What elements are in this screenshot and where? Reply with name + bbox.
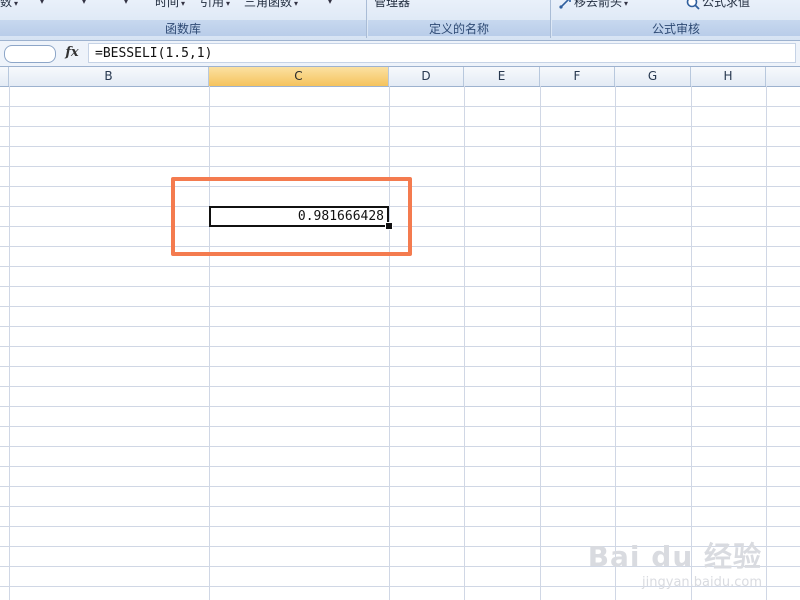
evaluate-formula-icon [686,0,700,10]
worksheet-grid[interactable]: B C D E F G H 0.981666428 [0,67,800,600]
ribbon-cmd-name-manager[interactable]: 管理器 [374,0,410,10]
ribbon-cmd-date-time[interactable]: 时间 ▾ [155,0,185,10]
ribbon-cmd-math-trig[interactable]: 三角函数 ▾ [244,0,298,10]
watermark-logo: Bai du 经验 [587,540,762,573]
remove-arrows-icon [559,0,571,9]
highlight-annotation [171,177,412,256]
column-header-d[interactable]: D [389,67,464,86]
row-header-corner[interactable] [0,67,9,86]
formula-input[interactable]: =BESSELI(1.5,1) [88,43,796,63]
ribbon-cmd-logical[interactable]: ▾ [38,0,44,7]
ribbon-group-function-library: 数 ▾ ▾ ▾ ▾ 时间 ▾ 引用 ▾ 三角函数 ▾ ▾ 函数库 [0,0,367,38]
column-header-e[interactable]: E [464,67,540,86]
ribbon-cmd-evaluate-formula[interactable]: 公式求值 [686,0,750,10]
ribbon-cmd-remove-arrows[interactable]: 移去箭头 ▾ [558,0,628,10]
column-header-i[interactable] [766,67,800,86]
cell-gridlines [0,86,800,600]
name-box[interactable] [4,45,56,63]
ribbon-cmd-financial[interactable]: 数 ▾ [0,0,18,10]
watermark-url: jingyan.baidu.com [642,575,762,590]
ribbon-group-label: 函数库 [0,20,366,36]
ribbon-group-formula-auditing: 移去箭头 ▾ 公式求值 公式审核 [552,0,800,38]
ribbon-cmd-text[interactable]: ▾ [80,0,86,7]
formula-bar: fx =BESSELI(1.5,1) [0,41,800,67]
ribbon-cmd-other[interactable]: ▾ [122,0,128,7]
ribbon: 数 ▾ ▾ ▾ ▾ 时间 ▾ 引用 ▾ 三角函数 ▾ ▾ 函数库 管理器 定义的名称 移… [0,0,800,41]
column-header-g[interactable]: G [615,67,691,86]
ribbon-group-label: 定义的名称 [368,20,550,36]
insert-function-icon[interactable]: fx [62,45,82,61]
column-header-h[interactable]: H [691,67,766,86]
column-header-f[interactable]: F [540,67,615,86]
watermark: Bai du 经验 jingyan.baidu.com [588,535,762,590]
ribbon-group-defined-names: 管理器 定义的名称 [368,0,551,38]
column-headers: B C D E F G H [0,67,800,87]
column-header-b[interactable]: B [9,67,209,86]
ribbon-cmd-more[interactable]: ▾ [326,0,332,7]
column-header-c[interactable]: C [209,67,389,86]
ribbon-cmd-lookup-reference[interactable]: 引用 ▾ [200,0,230,10]
ribbon-group-label: 公式审核 [552,20,800,36]
